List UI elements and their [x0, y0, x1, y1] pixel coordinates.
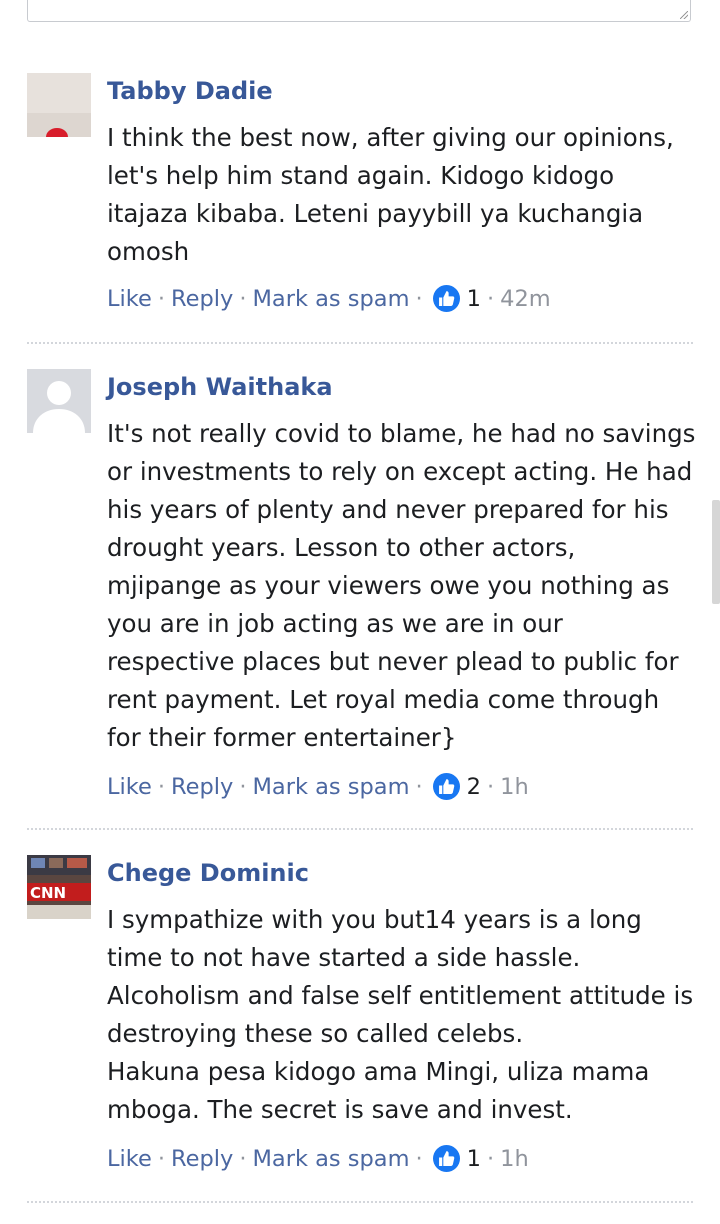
cnn-avatar-icon[interactable]: CNN	[27, 855, 91, 919]
comment-text: It's not really covid to blame, he had n…	[107, 419, 696, 752]
reply-button[interactable]: Reply	[171, 774, 233, 800]
comment-actions: Like · Reply · Mark as spam · 1 · 1h	[107, 1145, 529, 1172]
mark-as-spam-button[interactable]: Mark as spam	[253, 286, 410, 312]
like-button[interactable]: Like	[107, 286, 152, 312]
comment-divider	[27, 342, 693, 344]
comment-author[interactable]: Joseph Waithaka	[107, 373, 333, 401]
resize-handle-icon[interactable]	[680, 11, 688, 19]
comment-actions: Like · Reply · Mark as spam · 2 · 1h	[107, 773, 529, 800]
comment-text: I sympathize with you but14 years is a l…	[107, 905, 694, 1124]
mark-as-spam-button[interactable]: Mark as spam	[253, 774, 410, 800]
comment-divider	[27, 1201, 693, 1203]
reply-button[interactable]: Reply	[171, 1146, 233, 1172]
like-count[interactable]: 1	[467, 286, 481, 312]
comment-actions: Like · Reply · Mark as spam · 1 · 42m	[107, 285, 551, 312]
comment-divider	[27, 828, 693, 830]
comment-textbox[interactable]	[27, 0, 691, 22]
scrollbar-thumb[interactable]	[712, 500, 720, 604]
reply-button[interactable]: Reply	[171, 286, 233, 312]
thumbs-up-icon[interactable]	[432, 773, 460, 800]
avatar-photo-icon[interactable]	[27, 73, 91, 137]
thumbs-up-icon[interactable]	[432, 1145, 460, 1172]
comment-item: Joseph Waithaka It's not really covid to…	[27, 369, 695, 809]
like-button[interactable]: Like	[107, 774, 152, 800]
comment-timestamp[interactable]: 1h	[500, 1146, 529, 1172]
comment-timestamp[interactable]: 42m	[500, 286, 551, 312]
svg-text:CNN: CNN	[30, 884, 66, 902]
comment-text: I think the best now, after giving our o…	[107, 123, 674, 266]
comment-item: CNN Chege Dominic I sympathize with you …	[27, 855, 693, 1185]
like-button[interactable]: Like	[107, 1146, 152, 1172]
mark-as-spam-button[interactable]: Mark as spam	[253, 1146, 410, 1172]
like-count[interactable]: 1	[467, 1146, 481, 1172]
default-avatar-icon[interactable]	[27, 369, 91, 433]
comment-author[interactable]: Tabby Dadie	[107, 77, 273, 105]
like-count[interactable]: 2	[467, 774, 481, 800]
comment-item: Tabby Dadie I think the best now, after …	[27, 73, 693, 323]
thumbs-up-icon[interactable]	[432, 285, 460, 312]
comment-author[interactable]: Chege Dominic	[107, 859, 309, 887]
comment-timestamp[interactable]: 1h	[500, 774, 529, 800]
